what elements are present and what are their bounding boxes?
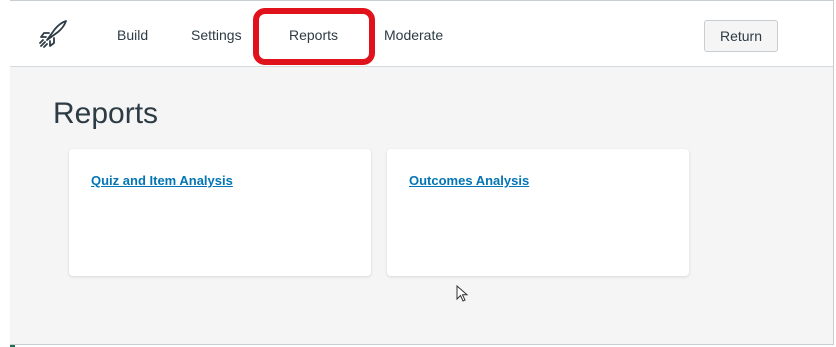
outcomes-analysis-link[interactable]: Outcomes Analysis xyxy=(409,173,529,188)
tab-moderate[interactable]: Moderate xyxy=(384,27,443,43)
top-navigation-bar: Build Settings Reports Moderate Return xyxy=(10,1,833,67)
return-button[interactable]: Return xyxy=(704,20,778,52)
tab-settings[interactable]: Settings xyxy=(191,27,242,43)
report-card-quiz-item-analysis: Quiz and Item Analysis xyxy=(69,149,371,276)
tab-build[interactable]: Build xyxy=(117,27,148,43)
quiz-item-analysis-link[interactable]: Quiz and Item Analysis xyxy=(91,173,233,188)
main-content: Reports Quiz and Item Analysis Outcomes … xyxy=(10,67,833,344)
page-title: Reports xyxy=(53,97,159,130)
rocket-icon[interactable] xyxy=(38,19,68,49)
mouse-cursor-icon xyxy=(456,285,469,302)
reports-highlight-annotation xyxy=(253,8,375,65)
report-card-outcomes-analysis: Outcomes Analysis xyxy=(387,149,689,276)
app-frame: Build Settings Reports Moderate Return R… xyxy=(10,0,834,345)
